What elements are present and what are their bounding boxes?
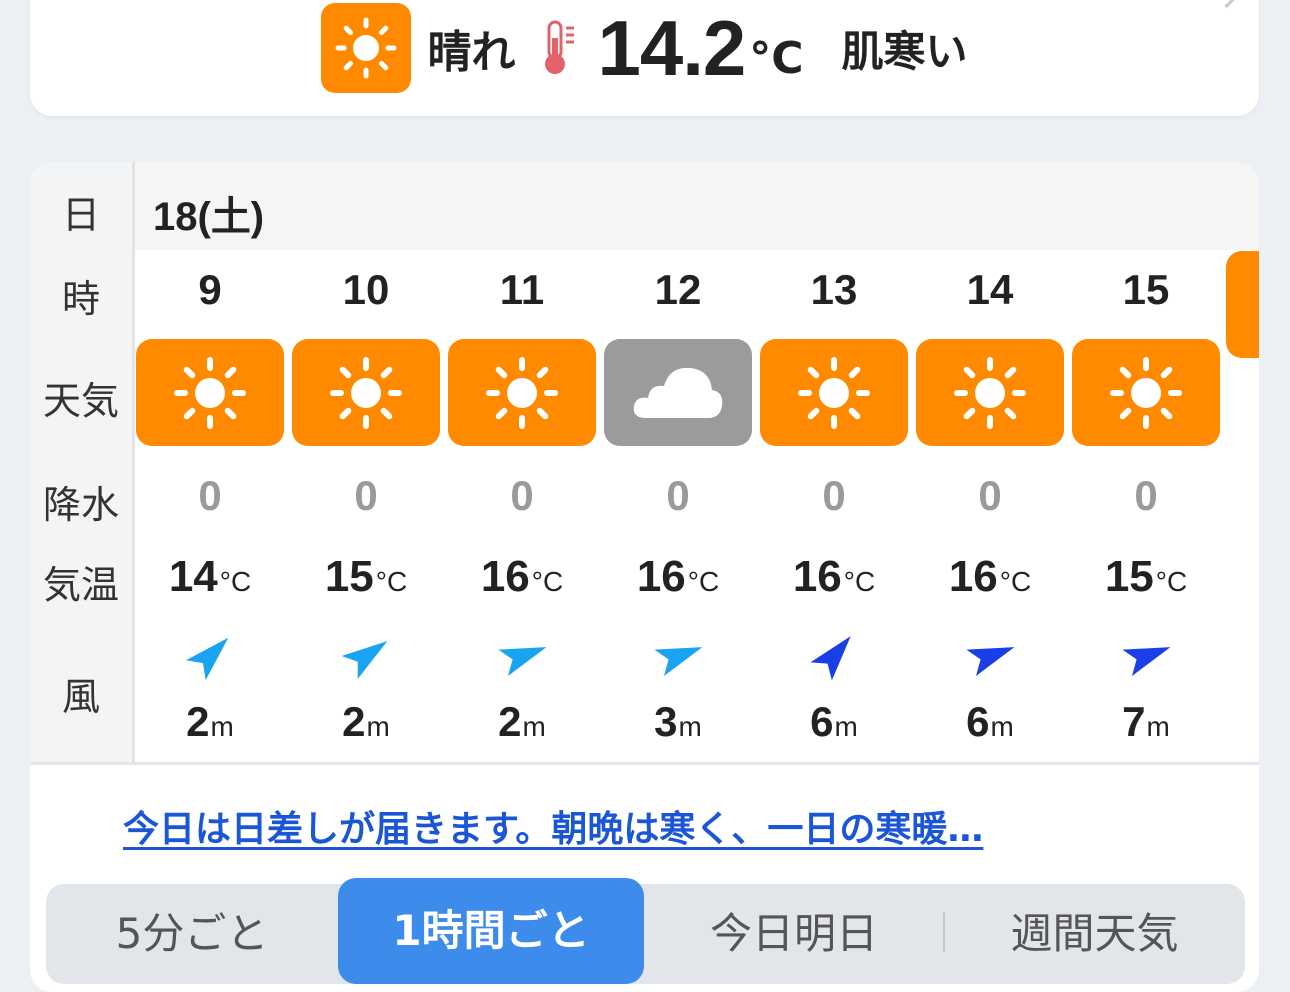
hour-label: 13 (810, 266, 858, 313)
wind-arrow-icon (498, 647, 547, 676)
wind-arrow-icon (654, 647, 703, 676)
sun-icon (1072, 339, 1220, 446)
temp-value: 15°C (1104, 552, 1188, 601)
wind-speed-value: 2m (186, 698, 234, 745)
hour-label: 15 (1122, 266, 1170, 313)
hour-label: 12 (654, 266, 702, 313)
wind-speed-value: 2m (498, 698, 546, 745)
temp-value: 14°C (168, 552, 252, 601)
forecast-summary-link[interactable]: 今日は日差しが届きます。朝晩は寒く、一日の寒暖… (123, 800, 983, 852)
hour-column: 14 0 16°C 6m (915, 250, 1065, 762)
thermometer-icon (545, 20, 575, 74)
divider (30, 762, 1259, 765)
temp-value: 16°C (792, 552, 876, 601)
current-temperature: 14.2 (597, 3, 746, 92)
temp-value: 16°C (480, 552, 564, 601)
wind-speed-value: 6m (966, 698, 1014, 745)
precip-value: 0 (666, 472, 690, 519)
hour-label: 10 (342, 266, 390, 313)
sun-icon (760, 339, 908, 446)
label-date: 日 (61, 193, 100, 237)
precip-value: 0 (198, 472, 222, 519)
hour-label: 14 (966, 266, 1014, 313)
date-label: 18(土) (153, 195, 265, 239)
hour-column: 11 0 16°C 2m (447, 250, 597, 762)
feels-like-label: 肌寒い (841, 26, 968, 76)
wind-speed-value: 2m (342, 698, 390, 745)
sun-icon (1226, 251, 1259, 358)
hourly-forecast-card: 日 時 天気 降水 気温 風 18(土) 9 0 14°C 2m 10 0 15°C 2m… (30, 162, 1259, 992)
row-label-column: 日 時 天気 降水 気温 風 (30, 162, 135, 762)
date-strip (135, 162, 1259, 250)
wind-arrow-icon (341, 641, 388, 679)
wind-speed-value: 7m (1122, 698, 1170, 745)
wind-arrow-icon (966, 647, 1015, 676)
hour-column: 10 0 15°C 2m (291, 250, 441, 762)
cloud-icon (604, 339, 752, 446)
label-hour: 時 (61, 277, 100, 321)
temp-value: 15°C (324, 552, 408, 601)
wind-speed-value: 3m (654, 698, 702, 745)
current-temperature-unit: °C (749, 32, 804, 84)
hour-columns[interactable]: 9 0 14°C 2m 10 0 15°C 2m 11 0 16°C 2m 12 0 16°C 3m 1… (135, 250, 1259, 762)
tab-separator (943, 912, 945, 952)
precip-value: 0 (354, 472, 378, 519)
label-weather: 天気 (42, 379, 119, 423)
tab-5min[interactable]: 5分ごと (46, 884, 338, 984)
label-precip: 降水 (42, 483, 119, 527)
wind-arrow-icon (1122, 647, 1171, 676)
precip-value: 0 (978, 472, 1002, 519)
sun-icon (136, 339, 284, 446)
current-weather-card[interactable]: 晴れ 14.2 °C 肌寒い (30, 0, 1259, 116)
temp-value: 16°C (636, 552, 720, 601)
precip-value: 0 (1134, 472, 1158, 519)
precip-value: 0 (510, 472, 534, 519)
wind-arrow-icon (185, 637, 229, 681)
sun-icon (292, 339, 440, 446)
current-condition: 晴れ (427, 27, 516, 78)
tab-hourly[interactable]: 1時間ごと (338, 878, 644, 984)
sun-icon (321, 3, 412, 93)
precip-value: 0 (822, 472, 846, 519)
hour-column: 9 0 14°C 2m (135, 250, 285, 762)
hour-label: 9 (198, 266, 222, 313)
hour-column: 13 0 16°C 6m (759, 250, 909, 762)
label-temp: 気温 (42, 563, 119, 607)
forecast-mode-tabs: 5分ごと 1時間ごと 今日明日 週間天気 (46, 878, 1245, 984)
sun-icon (916, 339, 1064, 446)
wind-arrow-icon (810, 636, 851, 681)
label-wind: 風 (61, 675, 100, 719)
hour-label: 11 (499, 266, 545, 313)
tab-today-tomorrow[interactable]: 今日明日 (644, 884, 944, 984)
hour-column: 12 0 16°C 3m (603, 250, 753, 762)
wind-speed-value: 6m (810, 698, 858, 745)
sun-icon (448, 339, 596, 446)
hour-column: 15 0 15°C 7m (1071, 250, 1221, 762)
temp-value: 16°C (948, 552, 1032, 601)
current-weather-row: 晴れ 14.2 °C 肌寒い (30, 0, 1259, 116)
tab-weekly[interactable]: 週間天気 (944, 884, 1245, 984)
